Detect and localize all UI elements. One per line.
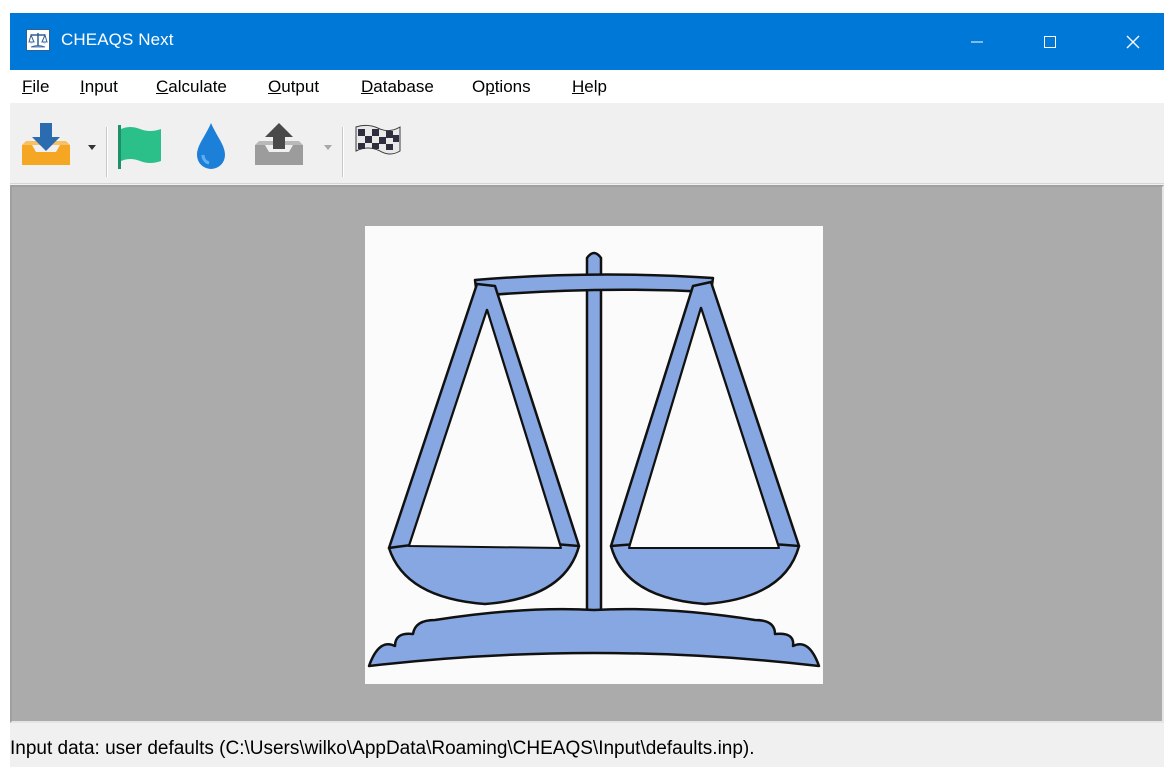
menu-database-accel: D [361, 77, 374, 96]
checkered-flag-icon [355, 124, 401, 155]
menu-help-label: elp [584, 77, 607, 96]
minimize-button[interactable] [948, 13, 1006, 70]
menu-output-label: utput [281, 77, 320, 96]
menu-options-accel: p [485, 77, 495, 96]
checkered-flag-button[interactable] [354, 121, 402, 166]
minimize-icon [971, 41, 983, 42]
green-flag-icon [118, 125, 161, 169]
menu-input-label: nput [84, 77, 118, 96]
water-drop-button[interactable] [193, 121, 229, 178]
import-button[interactable] [20, 121, 76, 172]
menu-file-accel: F [22, 77, 33, 96]
title-bar[interactable]: CHEAQS Next [10, 13, 1164, 70]
menu-output[interactable]: Output [268, 76, 319, 98]
app-window: CHEAQS Next File Input Calculate Output … [10, 13, 1164, 767]
menu-calculate[interactable]: Calculate [156, 76, 227, 98]
import-tray-icon [22, 123, 70, 165]
menu-calculate-accel: C [156, 77, 169, 96]
import-dropdown-arrow[interactable] [88, 145, 96, 150]
menu-options-label: tions [494, 77, 531, 96]
export-tray-icon [255, 123, 303, 165]
toolbar-separator [342, 127, 344, 177]
water-drop-icon [197, 123, 225, 169]
menu-file[interactable]: File [22, 76, 49, 98]
scales-app-icon [26, 29, 50, 51]
menu-output-accel: O [268, 77, 282, 96]
export-button[interactable] [253, 121, 309, 172]
menu-database-label: atabase [373, 77, 434, 96]
menu-file-label: ile [32, 77, 50, 96]
menu-calculate-label: alculate [168, 77, 227, 96]
scales-of-balance-logo [365, 226, 823, 684]
toolbar-separator [106, 127, 108, 177]
menu-database[interactable]: Database [361, 76, 434, 98]
menu-input[interactable]: Input [80, 76, 118, 98]
status-bar: Input data: user defaults (C:\Users\wilk… [10, 727, 1164, 767]
close-button[interactable] [1104, 13, 1162, 70]
export-dropdown-arrow[interactable] [324, 145, 332, 150]
maximize-button[interactable] [1021, 13, 1079, 70]
menu-help-accel: H [572, 77, 585, 96]
menu-help[interactable]: Help [572, 76, 607, 98]
close-icon [1126, 35, 1140, 48]
window-title: CHEAQS Next [61, 30, 174, 49]
maximize-icon [1044, 35, 1056, 48]
menu-options[interactable]: Options [472, 76, 531, 98]
green-flag-button[interactable] [116, 121, 166, 176]
menu-options-prefix: O [472, 77, 486, 96]
status-text: Input data: user defaults (C:\Users\wilk… [10, 738, 755, 759]
workspace-area [10, 185, 1164, 723]
toolbar [10, 103, 1164, 184]
menu-bar: File Input Calculate Output Database Opt… [10, 70, 1164, 103]
